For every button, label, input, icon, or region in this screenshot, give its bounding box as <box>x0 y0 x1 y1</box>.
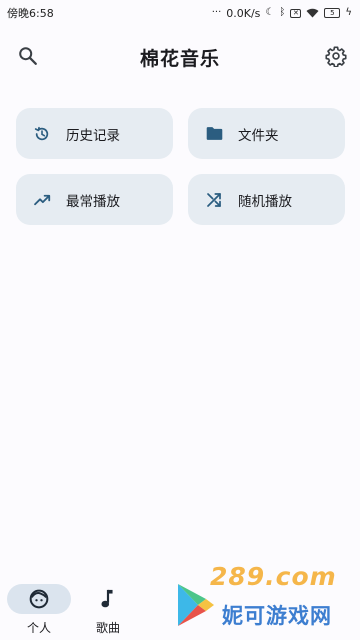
net-speed: 0.0K/s <box>226 6 261 20</box>
app-screen: 傍晚6:58 ··· 0.0K/s ☾ ᛒ ✕ 5 ϟ 棉花音乐 历史记录 文件… <box>0 0 360 640</box>
nav-selected-indicator <box>7 584 71 614</box>
nav-item-songs[interactable]: 歌曲 <box>72 582 144 640</box>
charging-icon: ϟ <box>345 7 352 18</box>
status-time: 傍晚6:58 <box>7 7 54 20</box>
bluetooth-icon: ᛒ <box>279 7 286 18</box>
moon-icon: ☾ <box>265 7 275 18</box>
shuffle-tile-label: 随机播放 <box>238 193 292 210</box>
watermark-name: 妮可游戏网 <box>222 604 332 628</box>
nav-item-me[interactable]: 个人 <box>3 582 75 640</box>
nav-label-songs: 歌曲 <box>95 621 120 635</box>
history-tile[interactable]: 历史记录 <box>16 108 173 159</box>
status-bar: 傍晚6:58 ··· 0.0K/s ☾ ᛒ ✕ 5 ϟ <box>0 0 360 26</box>
app-bar: 棉花音乐 <box>0 26 360 86</box>
folder-tile[interactable]: 文件夹 <box>188 108 345 159</box>
page-title: 棉花音乐 <box>139 48 220 70</box>
sim-icon: ✕ <box>290 8 302 18</box>
watermark-site: 289.com <box>210 562 337 591</box>
nav-icon-wrapper <box>76 584 140 614</box>
watermark: 289.com 妮可游戏网 <box>166 562 356 638</box>
face-icon <box>29 589 49 609</box>
history-tile-label: 历史记录 <box>66 127 120 144</box>
folder-icon <box>205 125 223 143</box>
quick-access-grid: 历史记录 文件夹 最常播放 随机播放 <box>16 108 345 240</box>
tile-row: 历史记录 文件夹 <box>16 108 345 159</box>
dots-icon: ··· <box>211 7 222 18</box>
battery-level: 5 <box>330 9 335 17</box>
settings-button[interactable] <box>320 40 352 72</box>
status-indicators: ··· 0.0K/s ☾ ᛒ ✕ 5 ϟ <box>212 7 352 20</box>
trending-up-icon <box>33 191 51 209</box>
shuffle-tile[interactable]: 随机播放 <box>188 174 345 225</box>
folder-tile-label: 文件夹 <box>238 127 279 144</box>
most-played-tile[interactable]: 最常播放 <box>16 174 173 225</box>
gear-icon <box>325 46 347 67</box>
tile-row: 最常播放 随机播放 <box>16 174 345 225</box>
shuffle-icon <box>205 191 223 209</box>
most-played-tile-label: 最常播放 <box>66 193 120 210</box>
nav-label-me: 个人 <box>26 621 51 635</box>
battery-icon: 5 <box>324 8 341 18</box>
music-note-icon <box>101 589 113 608</box>
wifi-icon <box>306 8 319 18</box>
history-icon <box>33 125 51 143</box>
